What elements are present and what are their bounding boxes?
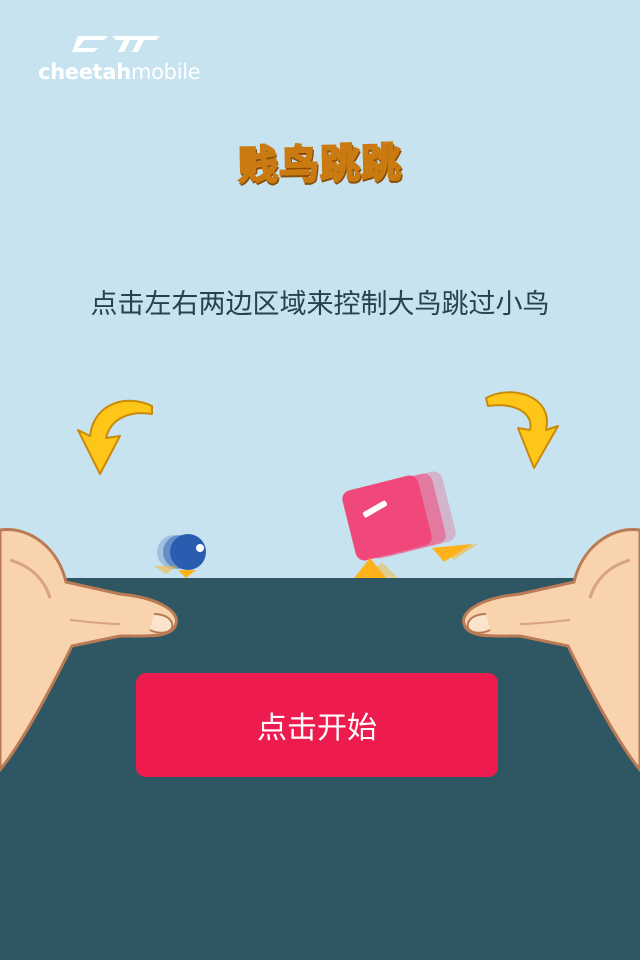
curved-arrow-down-icon [485, 391, 559, 469]
logo-text-bold: cheetah [38, 60, 131, 84]
instruction-text: 点击左右两边区域来控制大鸟跳过小鸟 [90, 289, 550, 320]
game-stage[interactable]: cheetahmobile 贱鸟跳跳 点击左右两边区域来控制大鸟跳过小鸟 点击开… [0, 0, 640, 960]
start-button[interactable]: 点击开始 [136, 673, 498, 777]
cheetah-mobile-logo: cheetahmobile [36, 30, 201, 86]
game-title: 贱鸟跳跳 [237, 140, 404, 191]
logo-text-light: mobile [130, 60, 201, 84]
cheetah-logo-mark [72, 36, 160, 52]
logo-wordmark: cheetahmobile [38, 60, 201, 84]
curved-arrow-down-icon [77, 399, 153, 475]
